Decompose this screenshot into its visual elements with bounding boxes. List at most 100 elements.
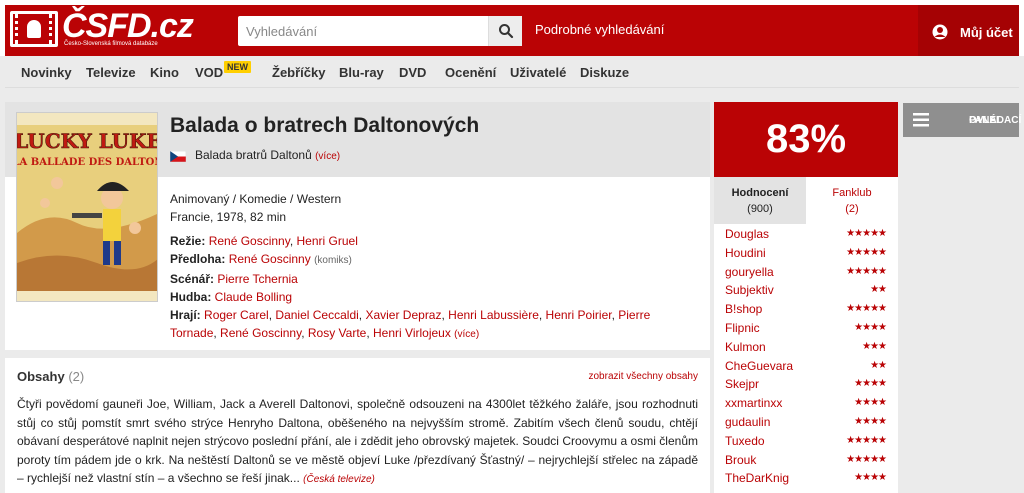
plot-text: Čtyři povědomí gauneři Joe, William, Jac…	[17, 395, 698, 490]
director-link[interactable]: Henri Gruel	[297, 234, 358, 248]
rating-row: xxmartinxx ★★★★	[714, 393, 898, 412]
nav-item-kino[interactable]: Kino	[150, 65, 179, 80]
star-rating-icon: ★★★★	[854, 397, 887, 409]
actor-link[interactable]: Xavier Depraz	[365, 308, 441, 322]
tab-fanclub[interactable]: Fanklub (2)	[806, 177, 898, 224]
nav-item-zebricky[interactable]: Žebříčky	[272, 65, 325, 80]
star-rating-icon: ★★★★★	[846, 246, 887, 258]
plot-source-link[interactable]: (Česká televize)	[303, 474, 375, 485]
alt-title-more-link[interactable]: (více)	[315, 151, 340, 162]
rating-row: Flipnic ★★★★	[714, 318, 898, 337]
rating-row: gouryella ★★★★★	[714, 262, 898, 281]
rating-row: Subjektiv ★★	[714, 280, 898, 299]
star-rating-icon: ★★★★	[854, 415, 887, 427]
rating-row: Brouk ★★★★★	[714, 450, 898, 469]
poster-image: LUCKY LUKE LA BALLADE DES DALTON	[17, 113, 157, 301]
star-rating-icon: ★★★★★	[846, 453, 887, 465]
rating-user-link[interactable]: Skejpr	[725, 377, 759, 391]
star-rating-icon: ★★★★★	[846, 265, 887, 277]
user-ratings-list: Douglas ★★★★★ Houdini ★★★★★ gouryella ★★★★★ Su…	[714, 224, 898, 487]
control-panel-button[interactable]: OVLÁDACÍ PANEL	[903, 103, 1021, 137]
nav-item-vod-label: VOD	[195, 65, 224, 80]
menu-lines-icon	[913, 113, 929, 127]
nav-item-televize[interactable]: Televize	[86, 65, 136, 80]
credit-source: Předloha: René Goscinny (komiks)	[170, 252, 352, 266]
star-rating-icon: ★★★	[862, 340, 887, 352]
search-button[interactable]	[488, 16, 522, 46]
film-strip-icon	[10, 11, 58, 47]
credit-cast: Hrají: Roger Carel, Daniel Ceccaldi, Xav…	[170, 308, 651, 340]
rating-row: gudaulin ★★★★	[714, 412, 898, 431]
actor-link[interactable]: Rosy Varte	[308, 326, 366, 340]
nav-item-bluray[interactable]: Blu-ray	[339, 65, 384, 80]
advanced-search-link[interactable]: Podrobné vyhledávání	[535, 22, 664, 37]
film-poster[interactable]: LUCKY LUKE LA BALLADE DES DALTON	[16, 112, 158, 302]
czech-flag-icon	[170, 151, 186, 162]
film-origin: Francie, 1978, 82 min	[170, 210, 287, 224]
actor-link[interactable]: Henri Poirier	[546, 308, 612, 322]
tab-ratings[interactable]: Hodnocení (900)	[714, 177, 806, 224]
star-rating-icon: ★★	[870, 359, 887, 371]
site-logo[interactable]: ČSFD.cz Česko-Slovenská filmová databáze	[10, 7, 194, 51]
cast-more-link[interactable]: (více)	[454, 329, 479, 340]
user-icon	[932, 24, 948, 40]
search-input[interactable]	[238, 16, 488, 46]
actor-link[interactable]: Henri Labussière	[448, 308, 539, 322]
plot-body: Čtyři povědomí gauneři Joe, William, Jac…	[17, 397, 698, 485]
nav-item-vod[interactable]: VOD NEW	[195, 61, 251, 80]
show-all-plots-link[interactable]: zobrazit všechny obsahy	[588, 371, 698, 382]
rating-row: Douglas ★★★★★	[714, 224, 898, 243]
source-note: (komiks)	[314, 255, 352, 266]
rating-user-link[interactable]: Houdini	[725, 246, 766, 260]
rating-user-link[interactable]: Subjektiv	[725, 283, 774, 297]
nav-item-dvd[interactable]: DVD	[399, 65, 426, 80]
actor-link[interactable]: René Goscinny	[220, 326, 301, 340]
rating-row: CheGuevara ★★	[714, 356, 898, 375]
credit-directors: Režie: René Goscinny, Henri Gruel	[170, 234, 358, 248]
source-author-link[interactable]: René Goscinny	[229, 252, 311, 266]
credit-screenplay: Scénář: Pierre Tchernia	[170, 272, 298, 286]
rating-user-link[interactable]: Kulmon	[725, 340, 766, 354]
main-nav: Novinky Televize Kino VOD NEW Žebříčky Bl…	[5, 56, 1019, 88]
alt-title-text: Balada bratrů Daltonů	[195, 148, 312, 162]
nav-item-diskuze[interactable]: Diskuze	[580, 65, 629, 80]
star-rating-icon: ★★	[870, 284, 887, 296]
rating-user-link[interactable]: gudaulin	[725, 415, 770, 429]
rating-user-link[interactable]: Brouk	[725, 453, 756, 467]
logo-subtitle: Česko-Slovenská filmová databáze	[64, 41, 158, 47]
rating-user-link[interactable]: Flipnic	[725, 321, 760, 335]
rating-row: Houdini ★★★★★	[714, 243, 898, 262]
rating-percent: 83%	[714, 102, 898, 177]
rating-user-link[interactable]: TheDarKnig	[725, 471, 789, 485]
film-info: Animovaný / Komedie / Western Francie, 1…	[170, 190, 341, 226]
rating-user-link[interactable]: gouryella	[725, 265, 774, 279]
rating-row: Kulmon ★★★	[714, 337, 898, 356]
composer-link[interactable]: Claude Bolling	[215, 290, 292, 304]
rating-user-link[interactable]: B!shop	[725, 302, 762, 316]
rating-user-link[interactable]: CheGuevara	[725, 359, 793, 373]
film-genres: Animovaný / Komedie / Western	[170, 192, 342, 206]
search-box	[238, 16, 522, 46]
nav-item-oceneni[interactable]: Ocenění	[445, 65, 496, 80]
plot-heading: Obsahy (2)	[17, 369, 85, 384]
nav-item-novinky[interactable]: Novinky	[21, 65, 72, 80]
rating-row: Tuxedo ★★★★★	[714, 431, 898, 450]
screenwriter-link[interactable]: Pierre Tchernia	[217, 272, 297, 286]
rating-user-link[interactable]: Tuxedo	[725, 434, 765, 448]
nav-item-uzivatele[interactable]: Uživatelé	[510, 65, 566, 80]
director-link[interactable]: René Goscinny	[209, 234, 290, 248]
film-title: Balada o bratrech Daltonových	[170, 114, 480, 137]
rating-panel: 83% Hodnocení (900) Fanklub (2) Douglas ★★★…	[714, 102, 898, 493]
account-button[interactable]: Můj účet	[918, 5, 1019, 56]
rating-user-link[interactable]: Douglas	[725, 227, 769, 241]
actor-link[interactable]: Daniel Ceccaldi	[275, 308, 358, 322]
star-rating-icon: ★★★★	[854, 321, 887, 333]
actor-link[interactable]: Roger Carel	[204, 308, 269, 322]
actor-link[interactable]: Henri Virlojeux	[373, 326, 451, 340]
plot-panel: Obsahy (2) zobrazit všechny obsahy Čtyři…	[5, 358, 710, 493]
star-rating-icon: ★★★★★	[846, 303, 887, 315]
film-credits: Režie: René Goscinny, Henri Gruel Předlo…	[170, 232, 700, 344]
star-rating-icon: ★★★★★	[846, 228, 887, 239]
rating-user-link[interactable]: xxmartinxx	[725, 396, 782, 410]
alt-title: Balada bratrů Daltonů (více)	[195, 148, 340, 162]
